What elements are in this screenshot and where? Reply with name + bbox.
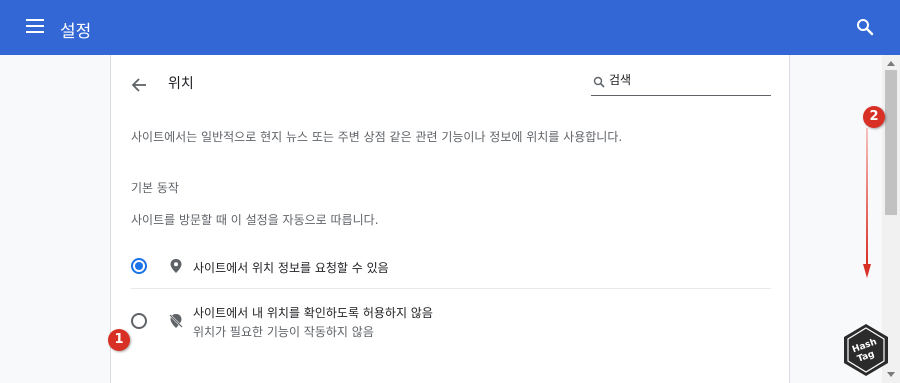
location-pin-icon [170, 259, 182, 273]
hashtag-logo: Hash Tag [844, 324, 888, 376]
page-description: 사이트에서는 일반적으로 현지 뉴스 또는 주변 상점 같은 관련 기능이나 정… [131, 130, 623, 144]
hamburger-menu-icon[interactable] [26, 19, 44, 33]
radio-button[interactable] [131, 313, 147, 329]
page-title: 위치 [168, 76, 194, 92]
search-input[interactable] [609, 73, 764, 87]
scroll-direction-arrow-icon [863, 128, 871, 278]
radio-button[interactable] [131, 258, 147, 274]
section-subtitle: 사이트를 방문할 때 이 설정을 자동으로 따릅니다. [131, 213, 379, 227]
site-search-field[interactable] [591, 71, 771, 96]
app-title: 설정 [60, 22, 92, 42]
scroll-up-arrow-icon[interactable] [887, 61, 895, 66]
search-icon [593, 76, 605, 88]
radio-option-allow[interactable]: 사이트에서 위치 정보를 요청할 수 있음 [131, 251, 771, 289]
app-header: 설정 [0, 0, 900, 55]
option-label: 사이트에서 내 위치를 확인하도록 허용하지 않음 [193, 306, 433, 320]
settings-card: 위치 사이트에서는 일반적으로 현지 뉴스 또는 주변 상점 같은 관련 기능이… [110, 55, 790, 383]
arrow-back-icon[interactable] [131, 77, 147, 93]
option-sublabel: 위치가 필요한 기능이 작동하지 않음 [193, 325, 374, 339]
scrollbar-thumb[interactable] [885, 70, 897, 215]
location-off-icon [169, 314, 183, 328]
search-icon[interactable] [856, 18, 874, 36]
annotation-badge: 2 [863, 106, 885, 128]
annotation-badge: 1 [108, 329, 130, 351]
option-label: 사이트에서 위치 정보를 요청할 수 있음 [193, 261, 389, 275]
radio-option-block[interactable]: 사이트에서 내 위치를 확인하도록 허용하지 않음 위치가 필요한 기능이 작동… [131, 295, 771, 345]
section-title: 기본 동작 [131, 181, 179, 195]
